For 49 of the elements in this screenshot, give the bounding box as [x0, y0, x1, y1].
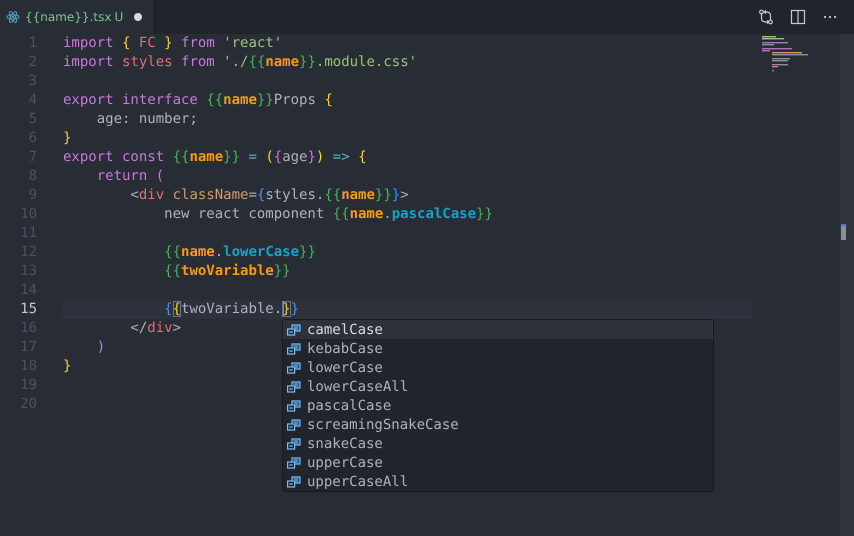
scrollbar-thumb[interactable]: [841, 224, 846, 240]
atom-icon: [6, 10, 20, 24]
suggestion-item[interactable]: screamingSnakeCase: [283, 415, 713, 434]
code-line: new react component {{name.pascalCase}}: [163, 205, 493, 224]
suggestion-item[interactable]: pascalCase: [283, 396, 713, 415]
code-line: {{twoVariable}}: [163, 262, 291, 281]
suggestion-label: screamingSnakeCase: [307, 416, 459, 432]
line-number: 15: [19, 300, 37, 319]
suggestion-item[interactable]: camelCase: [283, 320, 713, 339]
suggestion-label: pascalCase: [307, 398, 392, 414]
code-line: age: number;: [96, 110, 198, 129]
suggestion-item[interactable]: upperCase: [283, 453, 713, 472]
code-line: }: [63, 129, 72, 148]
code-line: <div className={styles.{{name}}}>: [129, 186, 409, 205]
property-icon: [287, 380, 301, 392]
code-line: ): [96, 338, 106, 357]
split-editor-icon[interactable]: [790, 9, 806, 25]
property-icon: [287, 418, 301, 430]
editor-tab[interactable]: {{name}}.tsx U: [0, 0, 156, 34]
compare-changes-icon[interactable]: [758, 9, 774, 25]
property-icon: [287, 400, 301, 412]
git-status: U: [114, 10, 124, 24]
suggestion-item[interactable]: kebabCase: [283, 339, 713, 358]
tab-title: {{name}}.tsx: [25, 10, 112, 24]
code-line: return (: [96, 167, 164, 186]
suggestion-item[interactable]: snakeCase: [283, 434, 713, 453]
suggestion-label: upperCase: [307, 454, 383, 470]
property-icon: [287, 438, 301, 450]
suggestion-item[interactable]: lowerCase: [283, 358, 713, 377]
suggestion-label: lowerCase: [307, 360, 383, 376]
code-line: {{name.lowerCase}}: [163, 243, 316, 262]
suggestion-label: camelCase: [307, 322, 383, 338]
code-line: export const {{name}} = ({age}) => {: [63, 148, 367, 167]
code-line: export interface {{name}}Props {: [63, 91, 333, 110]
code-line: import styles from './{{name}}.module.css': [63, 53, 418, 72]
property-icon: [287, 342, 301, 354]
suggestion-label: kebabCase: [307, 340, 383, 356]
property-icon: [287, 324, 301, 336]
suggestion-label: snakeCase: [307, 436, 383, 452]
property-icon: [287, 476, 301, 488]
property-icon: [287, 362, 301, 374]
code-line: }: [63, 357, 72, 376]
property-icon: [287, 456, 301, 468]
suggestion-label: lowerCaseAll: [307, 378, 408, 394]
suggestion-item[interactable]: upperCaseAll: [283, 472, 713, 491]
code-line: </div>: [129, 319, 182, 338]
code-line: import { FC } from 'react': [63, 34, 282, 53]
suggestion-label: upperCaseAll: [307, 474, 408, 490]
suggestion-item[interactable]: lowerCaseAll: [283, 377, 713, 396]
